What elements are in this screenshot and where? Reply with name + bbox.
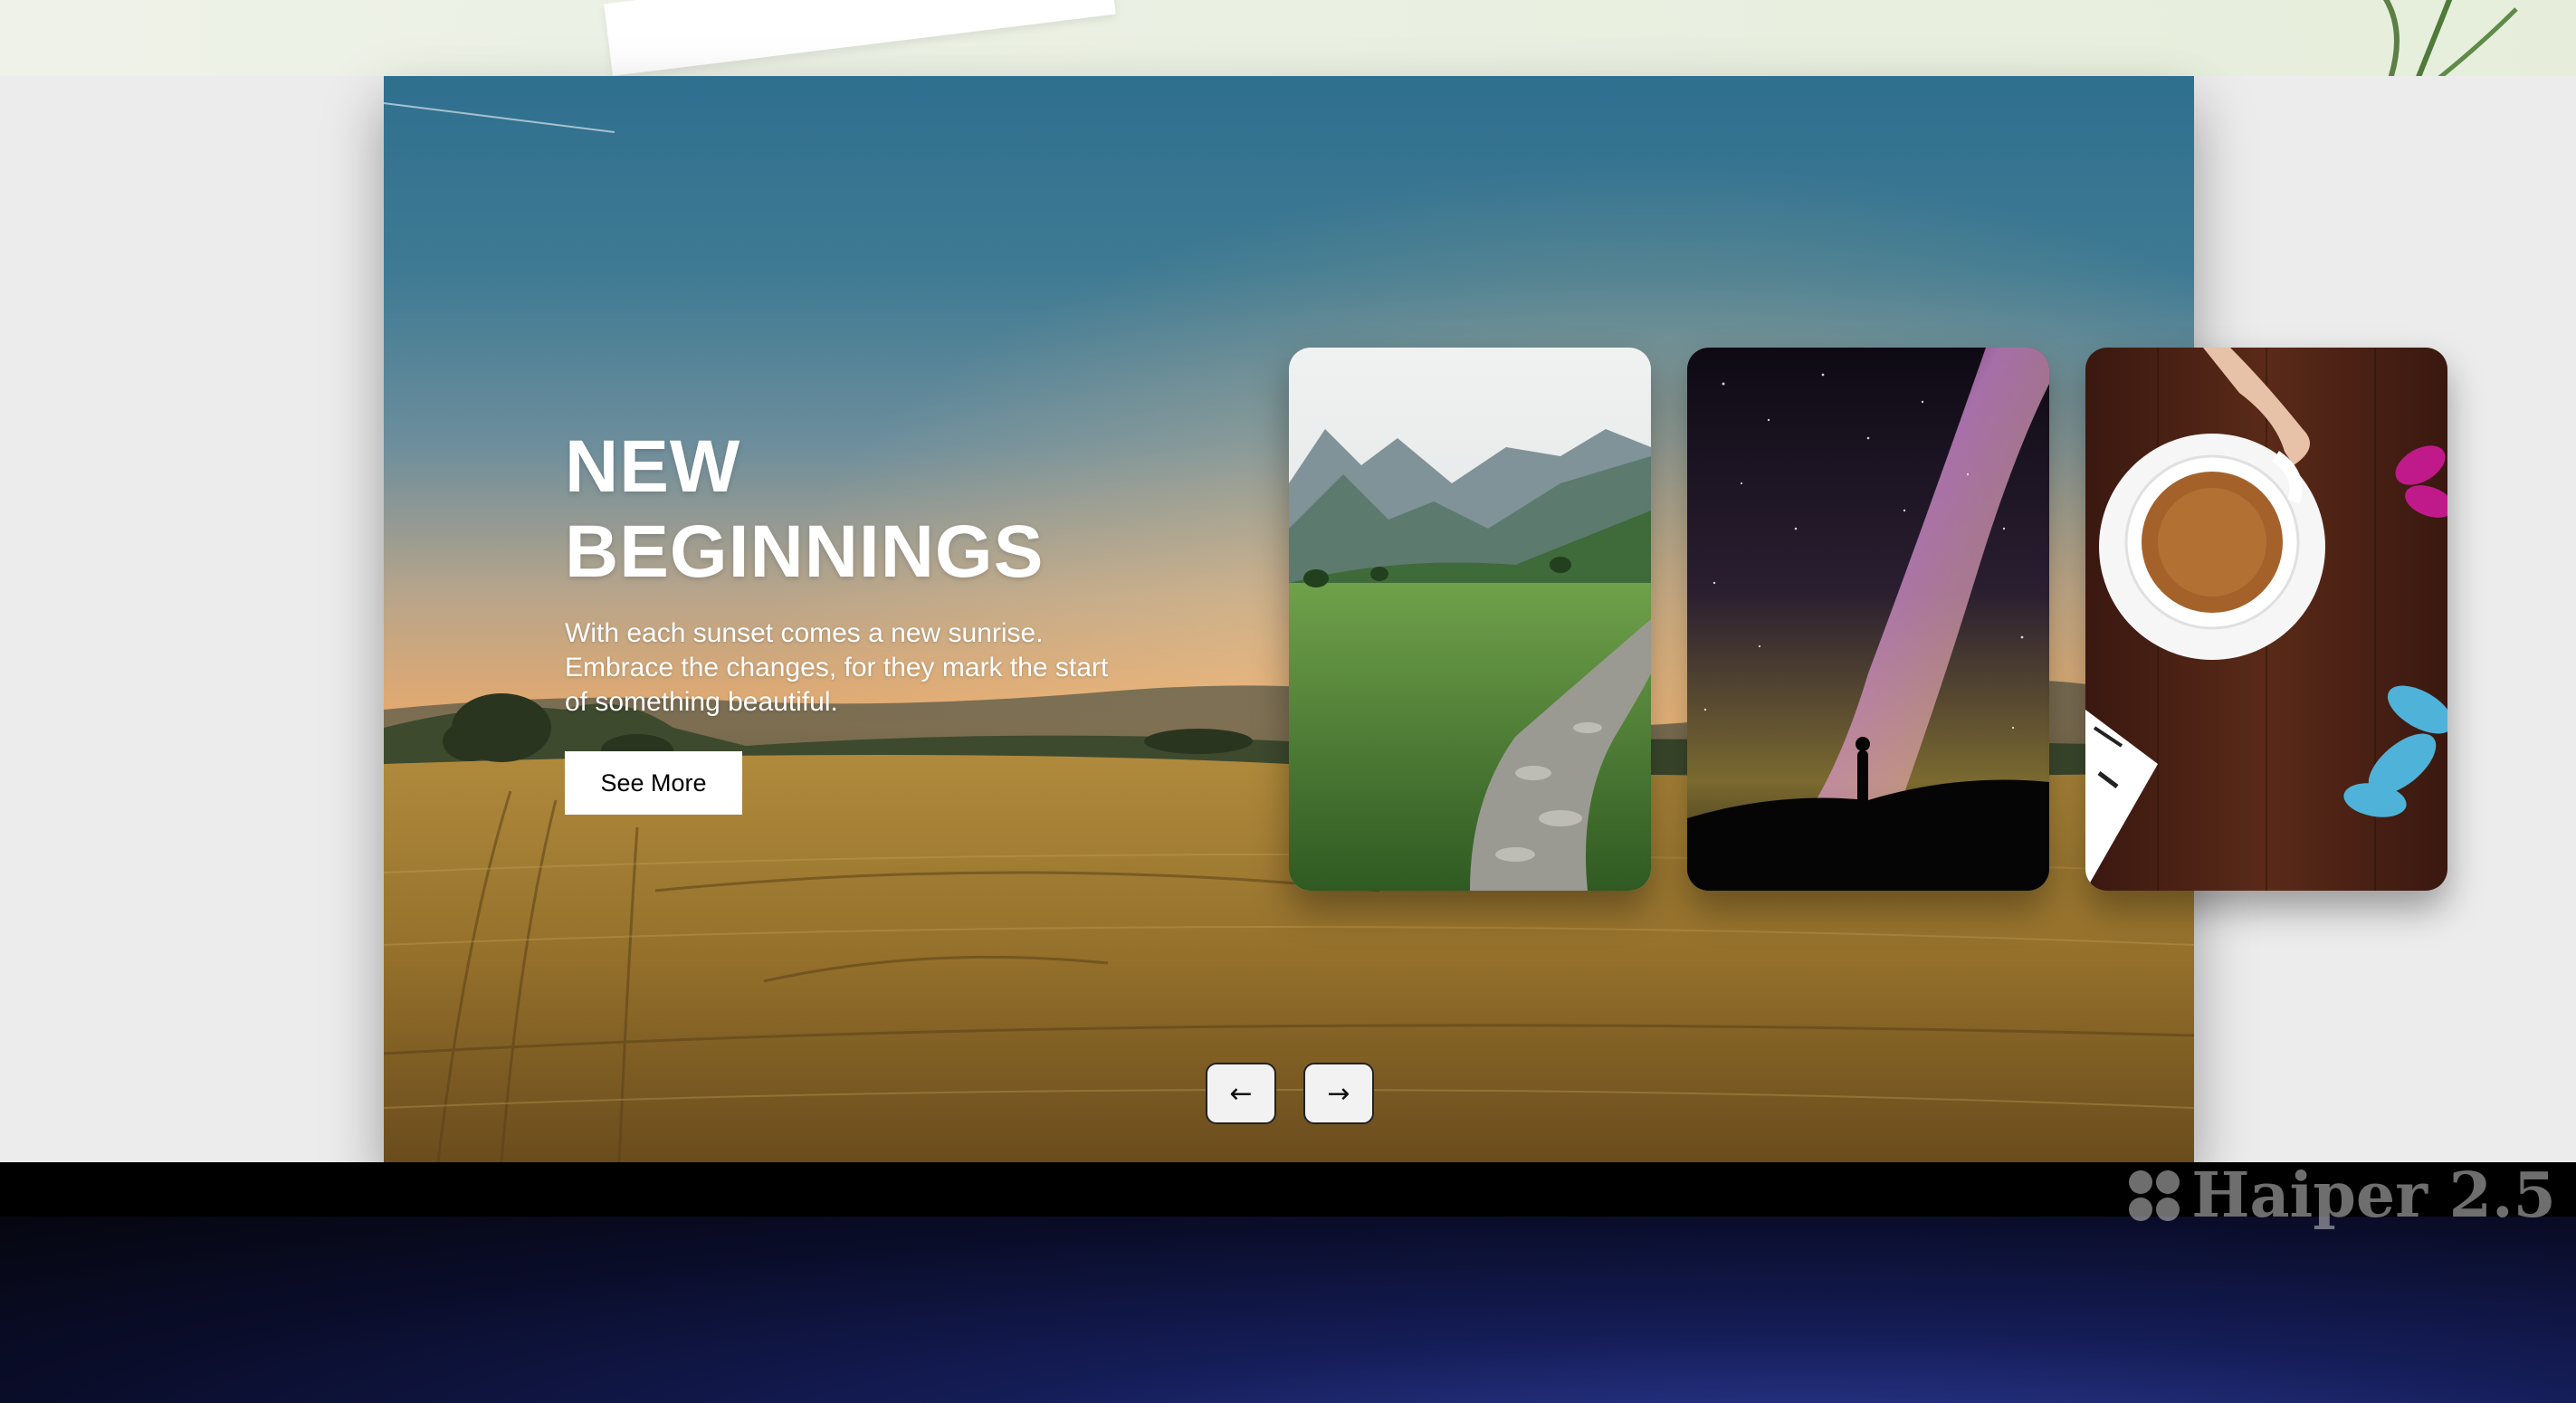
plant-leaves [2383, 0, 2518, 76]
hero-slider: NEW BEGINNINGS With each sunset comes a … [384, 76, 2447, 1162]
arrow-right-icon: → [1327, 1077, 1350, 1110]
hero-text-block: NEW BEGINNINGS With each sunset comes a … [565, 425, 1198, 720]
hero-description: With each sunset comes a new sunrise. Em… [565, 618, 1109, 717]
slide-card-milky-way[interactable] [1687, 348, 2049, 891]
milky-way-image [1687, 348, 2049, 891]
top-backdrop [0, 0, 2576, 76]
hero-title: NEW BEGINNINGS [565, 425, 1198, 595]
night-sky-backdrop [0, 1217, 2576, 1403]
coffee-flowers-image [2085, 348, 2447, 891]
bottom-backdrop: Haiper 2.5 [0, 1162, 2576, 1403]
slide-card-mountain-path[interactable] [1289, 348, 1651, 891]
paper-sheet [604, 0, 1116, 76]
mountain-path-image [1289, 348, 1651, 891]
haiper-logo-icon [2129, 1170, 2180, 1221]
see-more-button[interactable]: See More [565, 751, 742, 815]
watermark-text: Haiper 2.5 [2191, 1162, 2556, 1232]
arrow-left-icon: ← [1229, 1077, 1253, 1110]
previous-slide-button[interactable]: ← [1206, 1063, 1276, 1124]
hero-title-line-1: NEW [565, 425, 741, 508]
next-slide-button[interactable]: → [1303, 1063, 1374, 1124]
watermark: Haiper 2.5 [2126, 1162, 2556, 1232]
hero-title-line-2: BEGINNINGS [565, 511, 1045, 593]
slide-card-coffee-flowers[interactable] [2085, 348, 2447, 891]
